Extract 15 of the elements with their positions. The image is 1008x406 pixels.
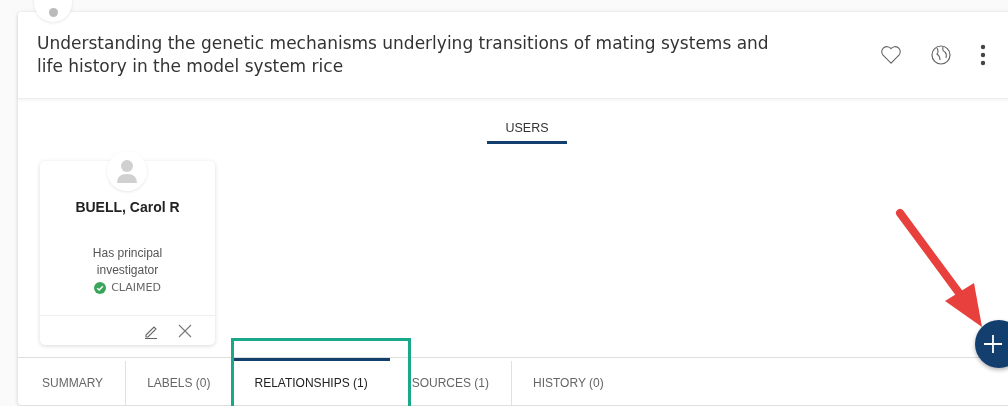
tab[interactable]: SOURCES (1) <box>389 358 511 405</box>
tab[interactable]: HISTORY (0) <box>511 358 626 405</box>
record-title: Understanding the genetic mechanisms underlying transitions of mating systems and life history in the model system rice <box>37 32 770 78</box>
heart-icon[interactable] <box>880 45 902 65</box>
globe-icon[interactable] <box>930 44 952 66</box>
user-role: Has principal investigator <box>91 245 164 279</box>
tab[interactable]: SUMMARY <box>20 358 126 405</box>
user-name: BUELL, Carol R <box>75 199 180 215</box>
tab[interactable]: LABELS (0) <box>125 358 233 405</box>
more-icon[interactable] <box>980 44 986 66</box>
plus-icon <box>983 334 1003 354</box>
claim-status: CLAIMED <box>111 281 161 294</box>
close-icon[interactable] <box>177 322 193 339</box>
tab[interactable]: RELATIONSHIPS (1) <box>232 358 390 405</box>
users-tab[interactable]: USERS <box>487 119 567 144</box>
